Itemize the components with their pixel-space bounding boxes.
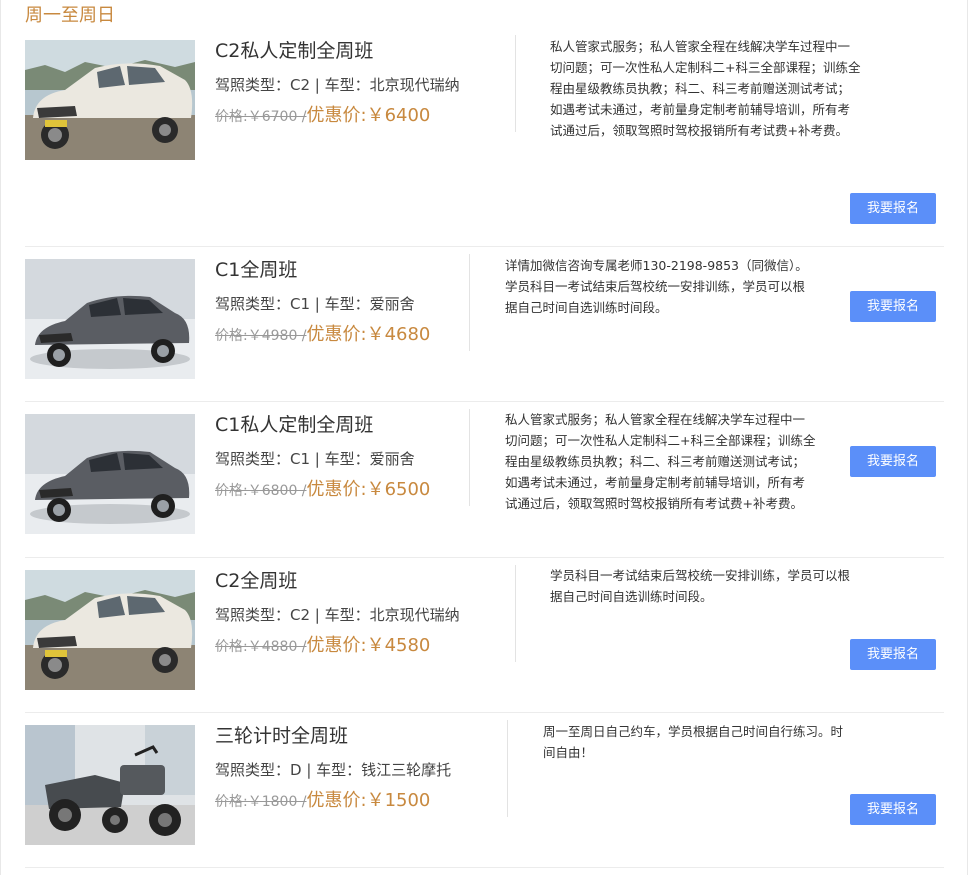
divider bbox=[515, 35, 516, 132]
course-description: 私人管家式服务；私人管家全程在线解决学车过程中一切问题；可一次性私人定制科二+科… bbox=[550, 39, 861, 138]
old-price: 价格:￥4980 / bbox=[215, 328, 307, 344]
price-line: 价格:￥6700 /优惠价:￥6400 bbox=[215, 104, 460, 129]
price-line: 价格:￥4880 /优惠价:￥4580 bbox=[215, 634, 460, 659]
old-price: 价格:￥6800 / bbox=[215, 483, 307, 499]
enroll-button[interactable]: 我要报名 bbox=[850, 794, 936, 825]
course-description: 周一至周日自己约车，学员根据自己时间自行练习。时间自由！ bbox=[543, 724, 844, 760]
course-image[interactable] bbox=[25, 570, 195, 690]
discount-price: 优惠价:￥4580 bbox=[306, 635, 431, 656]
enroll-button[interactable]: 我要报名 bbox=[850, 446, 936, 477]
license-type: 驾照类型：C2 | 车型：北京现代瑞纳 bbox=[215, 606, 460, 624]
enroll-button[interactable]: 我要报名 bbox=[850, 193, 936, 224]
course-title[interactable]: C2全周班 bbox=[215, 568, 460, 594]
course-item: C2私人定制全周班 驾照类型：C2 | 车型：北京现代瑞纳 价格:￥6700 /… bbox=[25, 35, 944, 247]
divider bbox=[469, 254, 470, 351]
course-image[interactable] bbox=[25, 725, 195, 845]
section-title: 周一至周日 bbox=[25, 5, 115, 26]
discount-price: 优惠价:￥1500 bbox=[306, 790, 431, 811]
divider bbox=[515, 565, 516, 662]
course-title[interactable]: C1全周班 bbox=[215, 257, 430, 283]
enroll-button[interactable]: 我要报名 bbox=[850, 291, 936, 322]
license-type: 驾照类型：C1 | 车型：爱丽舍 bbox=[215, 450, 415, 468]
course-description: 私人管家式服务；私人管家全程在线解决学车过程中一切问题；可一次性私人定制科二+科… bbox=[505, 412, 816, 511]
course-description: 详情加微信咨询专属老师130-2198-9853（同微信）。学员科目一考试结束后… bbox=[505, 258, 808, 315]
price-line: 价格:￥1800 /优惠价:￥1500 bbox=[215, 789, 451, 814]
course-item: C1私人定制全周班 驾照类型：C1 | 车型：爱丽舍 价格:￥6800 /优惠价… bbox=[25, 402, 944, 558]
license-type: 驾照类型：C2 | 车型：北京现代瑞纳 bbox=[215, 76, 460, 94]
divider bbox=[469, 409, 470, 506]
license-type: 驾照类型：D | 车型：钱江三轮摩托 bbox=[215, 761, 452, 779]
divider bbox=[507, 720, 508, 817]
discount-price: 优惠价:￥6400 bbox=[306, 105, 431, 126]
course-description: 学员科目一考试结束后驾校统一安排训练，学员可以根据自己时间自选训练时间段。 bbox=[550, 568, 851, 604]
old-price: 价格:￥6700 / bbox=[215, 109, 307, 125]
license-type: 驾照类型：C1 | 车型：爱丽舍 bbox=[215, 295, 415, 313]
discount-price: 优惠价:￥4680 bbox=[306, 324, 431, 345]
course-item: C2全周班 驾照类型：C2 | 车型：北京现代瑞纳 价格:￥4880 /优惠价:… bbox=[25, 558, 944, 713]
course-item: C1全周班 驾照类型：C1 | 车型：爱丽舍 价格:￥4980 /优惠价:￥46… bbox=[25, 247, 944, 402]
enroll-button[interactable]: 我要报名 bbox=[850, 639, 936, 670]
course-image[interactable] bbox=[25, 414, 195, 534]
discount-price: 优惠价:￥6500 bbox=[306, 479, 431, 500]
course-image[interactable] bbox=[25, 40, 195, 160]
price-line: 价格:￥6800 /优惠价:￥6500 bbox=[215, 478, 430, 503]
course-title[interactable]: C1私人定制全周班 bbox=[215, 412, 430, 438]
course-title[interactable]: C2私人定制全周班 bbox=[215, 38, 460, 64]
old-price: 价格:￥1800 / bbox=[215, 794, 307, 810]
course-title[interactable]: 三轮计时全周班 bbox=[215, 723, 451, 749]
course-item: 三轮计时全周班 驾照类型：D | 车型：钱江三轮摩托 价格:￥1800 /优惠价… bbox=[25, 713, 944, 868]
old-price: 价格:￥4880 / bbox=[215, 639, 307, 655]
course-image[interactable] bbox=[25, 259, 195, 379]
price-line: 价格:￥4980 /优惠价:￥4680 bbox=[215, 323, 430, 348]
